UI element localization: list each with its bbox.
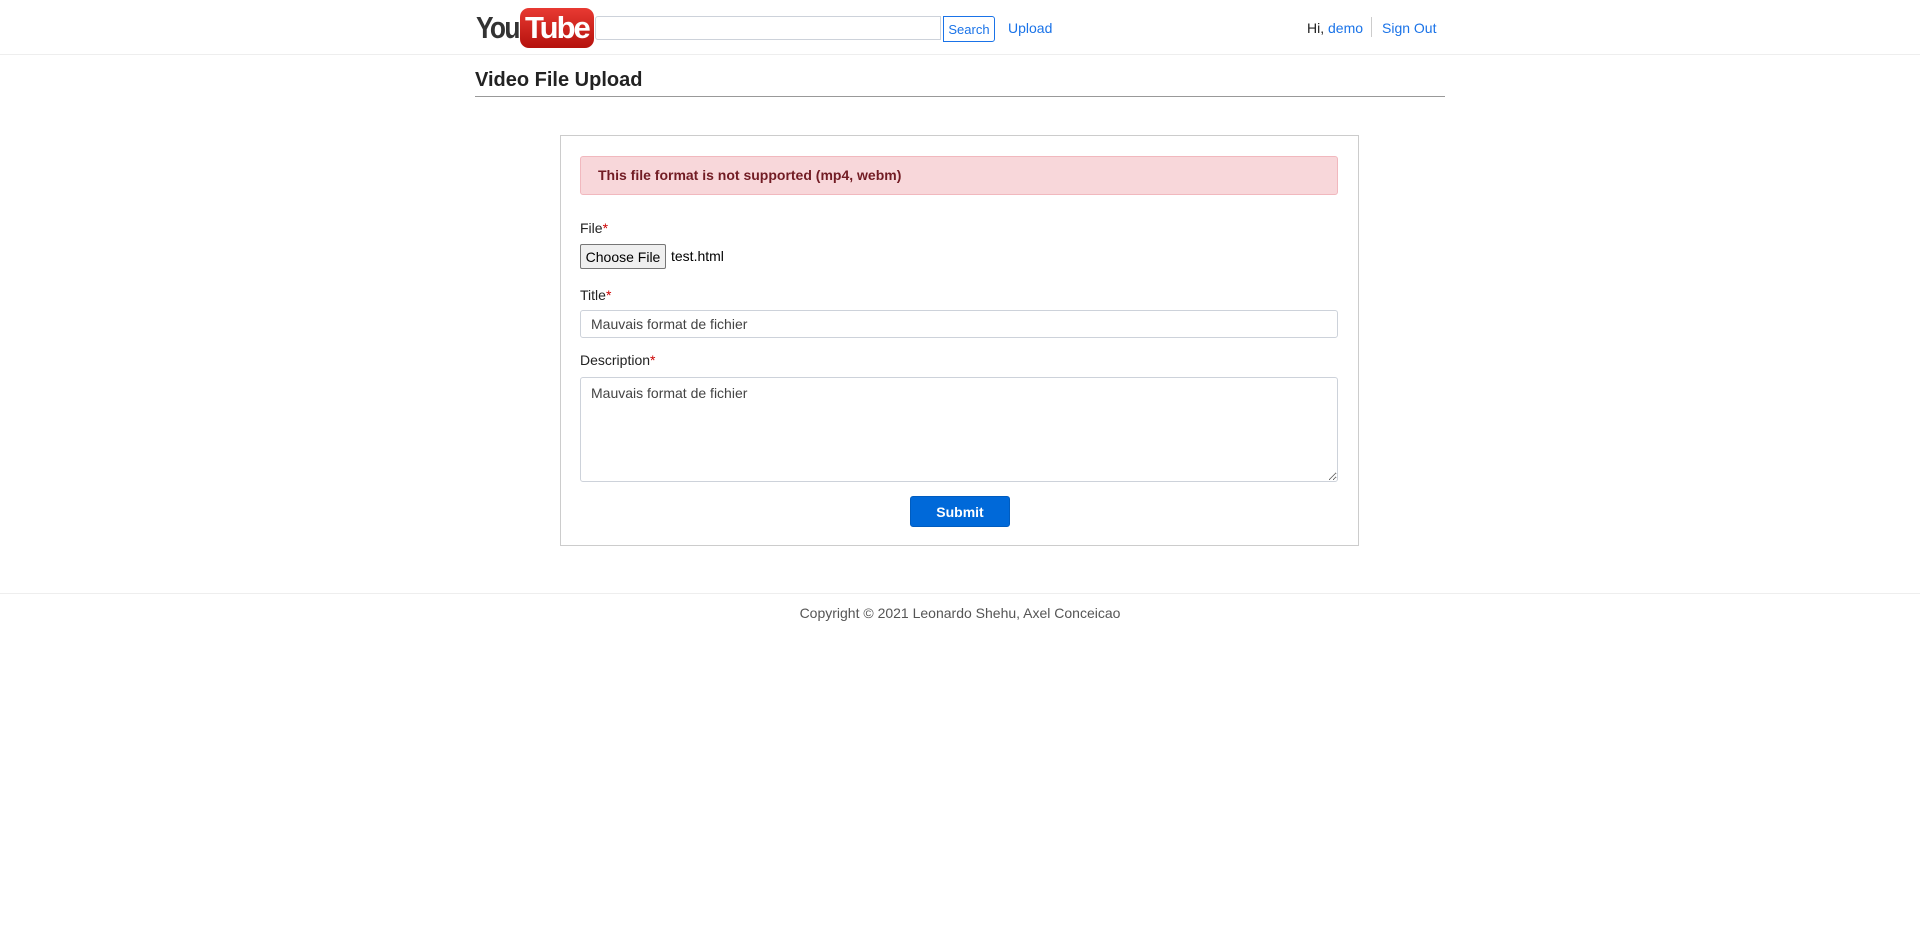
title-label: Title*	[580, 287, 611, 303]
title-label-text: Title	[580, 287, 606, 303]
title-divider	[475, 96, 1445, 97]
footer-divider	[0, 593, 1920, 594]
copyright-text: Copyright © 2021 Leonardo Shehu, Axel Co…	[799, 605, 1121, 621]
search-input[interactable]	[595, 16, 941, 40]
greeting-text: Hi,	[1307, 20, 1325, 36]
username-link[interactable]: demo	[1328, 20, 1363, 36]
header-separator	[1371, 17, 1372, 37]
submit-button[interactable]: Submit	[910, 496, 1010, 527]
required-mark: *	[605, 287, 612, 303]
choose-file-button[interactable]: Choose File	[580, 244, 666, 269]
user-greeting: Hi, demo	[1307, 20, 1363, 36]
upload-form	[560, 135, 1359, 546]
logo-text-tube: Tube	[520, 8, 594, 48]
page-title: Video File Upload	[475, 69, 643, 91]
required-mark: *	[650, 352, 656, 368]
file-label: File*	[580, 220, 608, 236]
description-textarea[interactable]: Mauvais format de fichier	[580, 377, 1338, 482]
youtube-logo[interactable]: You Tube	[476, 8, 594, 48]
description-label: Description*	[580, 352, 655, 368]
search-button[interactable]: Search	[943, 16, 995, 42]
error-alert: This file format is not supported (mp4, …	[580, 156, 1338, 195]
upload-link[interactable]: Upload	[1008, 20, 1052, 36]
logo-text-you: You	[476, 10, 520, 45]
sign-out-link[interactable]: Sign Out	[1382, 20, 1436, 36]
required-mark: *	[602, 220, 609, 236]
title-input[interactable]	[580, 310, 1338, 338]
file-label-text: File	[580, 220, 603, 236]
selected-file-name: test.html	[671, 248, 724, 264]
description-label-text: Description	[580, 352, 651, 368]
